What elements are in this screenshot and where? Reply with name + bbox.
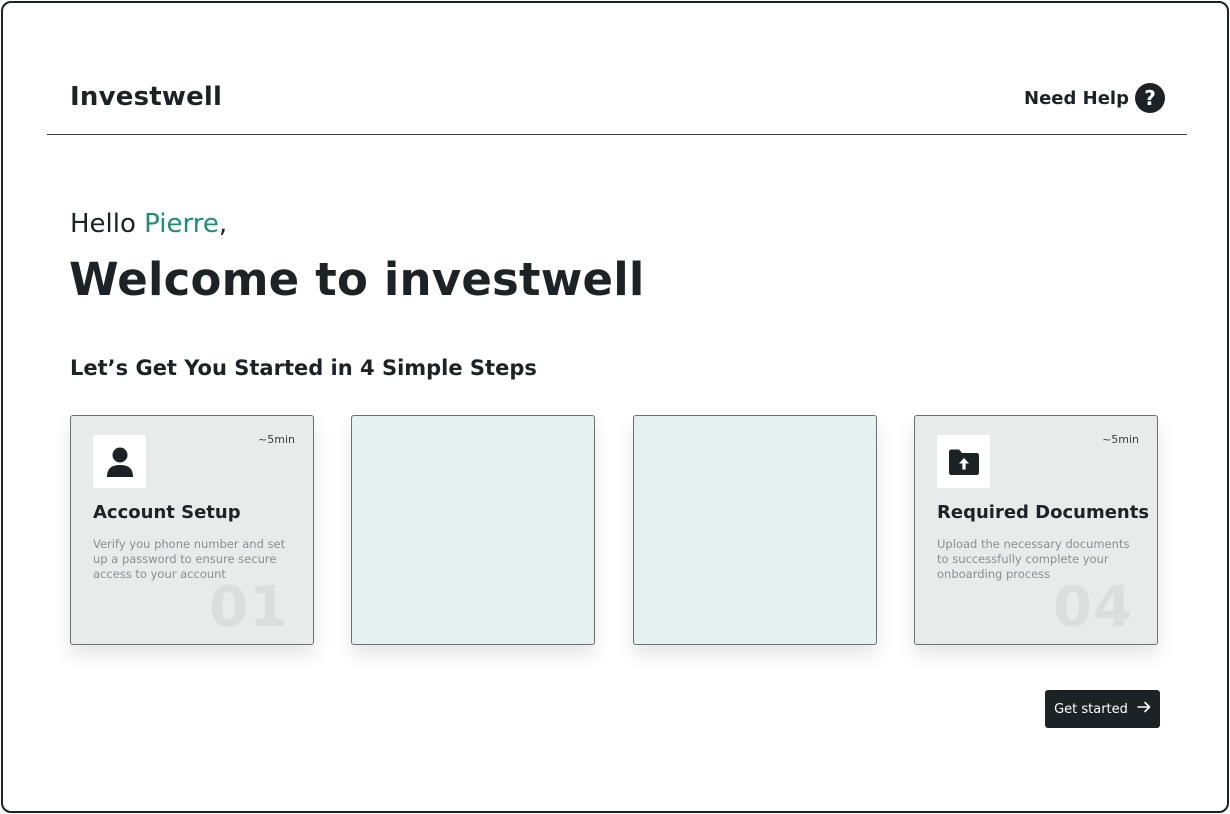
need-help-button[interactable]: Need Help ? [1024,83,1165,113]
step-title: Required Documents [937,502,1150,523]
need-help-label: Need Help [1024,87,1129,109]
step-title: Account Setup [93,502,241,523]
header: Investwell Need Help ? [47,3,1187,135]
step-card-account-setup[interactable]: ~5min Account Setup Verify you phone num… [70,415,314,645]
user-icon [93,435,146,488]
step-duration: ~5min [258,433,295,446]
step-card-placeholder-2[interactable] [351,415,595,645]
step-number: 01 [209,575,289,640]
folder-upload-icon [937,435,990,488]
arrow-right-icon [1137,701,1151,717]
steps-heading: Let’s Get You Started in 4 Simple Steps [70,356,537,380]
page-frame: Investwell Need Help ? Hello Pierre, Wel… [1,1,1229,813]
step-card-placeholder-3[interactable] [633,415,877,645]
step-duration: ~5min [1102,433,1139,446]
get-started-label: Get started [1054,701,1128,717]
greeting-prefix: Hello [70,209,145,239]
greeting-suffix: , [218,209,228,239]
question-circle-icon[interactable]: ? [1135,83,1165,113]
step-number: 04 [1053,575,1133,640]
step-card-required-documents[interactable]: ~5min Required Documents Upload the nece… [914,415,1158,645]
get-started-button[interactable]: Get started [1045,690,1160,728]
user-name: Pierre [144,209,219,239]
greeting: Hello Pierre, [70,209,227,239]
brand-logo[interactable]: Investwell [70,82,222,112]
page-title: Welcome to investwell [69,253,645,306]
